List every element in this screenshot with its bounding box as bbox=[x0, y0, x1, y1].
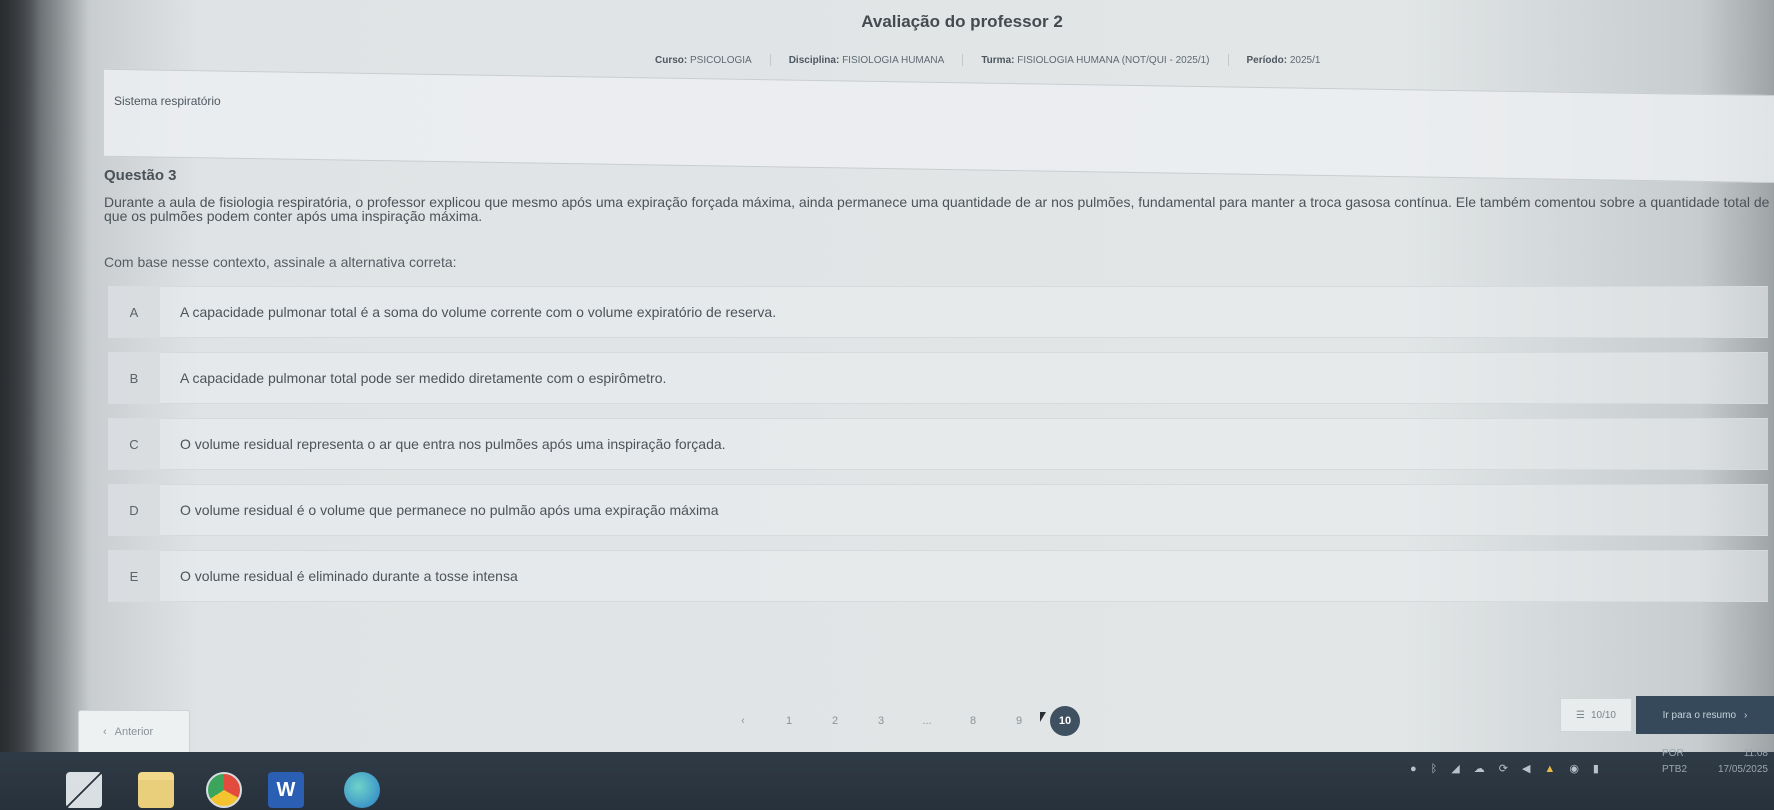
topic-bar bbox=[104, 68, 1774, 184]
meta-course: Curso: PSICOLOGIA bbox=[655, 54, 752, 66]
meta-class: Turma: FISIOLOGIA HUMANA (NOT/QUI - 2025… bbox=[981, 54, 1210, 66]
wifi-icon[interactable]: ◢ bbox=[1451, 762, 1459, 775]
windows-start-icon[interactable] bbox=[66, 772, 102, 808]
pagination-ellipsis: ... bbox=[922, 715, 932, 727]
pagination-page[interactable]: 3 bbox=[858, 715, 904, 727]
option-d[interactable]: D O volume residual é o volume que perma… bbox=[108, 484, 1768, 536]
option-b[interactable]: B A capacidade pulmonar total pode ser m… bbox=[108, 352, 1768, 404]
battery-icon[interactable]: ▮ bbox=[1593, 762, 1599, 775]
question-stem: Durante a aula de fisiologia respiratóri… bbox=[104, 194, 1774, 224]
option-letter: A bbox=[108, 286, 160, 338]
option-letter: C bbox=[108, 418, 160, 470]
chevron-left-icon: ‹ bbox=[103, 726, 107, 738]
progress-indicator[interactable]: ☰ 10/10 bbox=[1560, 698, 1632, 732]
meta-separator bbox=[769, 54, 771, 66]
word-icon[interactable]: W bbox=[268, 772, 304, 808]
warning-icon[interactable]: ▲ bbox=[1544, 763, 1555, 775]
tray-app-icon[interactable]: ☁ bbox=[1474, 762, 1485, 775]
meta-discipline: Disciplina: FISIOLOGIA HUMANA bbox=[788, 54, 945, 66]
question-prompt: Com base nesse contexto, assinale a alte… bbox=[104, 254, 457, 270]
summary-button-label: Ir para o resumo bbox=[1662, 709, 1737, 721]
option-text: O volume residual representa o ar que en… bbox=[180, 436, 726, 452]
pagination-prev[interactable]: ‹ bbox=[720, 715, 766, 727]
pagination-page[interactable]: 1 bbox=[766, 715, 812, 727]
pagination-page[interactable]: 2 bbox=[812, 715, 858, 727]
option-text: A capacidade pulmonar total pode ser med… bbox=[180, 370, 667, 386]
previous-button[interactable]: ‹ Anterior bbox=[78, 710, 190, 754]
windows-taskbar bbox=[0, 752, 1774, 810]
option-letter: B bbox=[108, 352, 160, 404]
page-title: Avaliação do professor 2 bbox=[861, 12, 1063, 31]
keyboard-layout: PTB2 bbox=[1662, 764, 1688, 775]
topic-label: Sistema respiratório bbox=[114, 94, 221, 108]
taskbar-clock[interactable]: POR 11:08 PTB2 17/05/2025 bbox=[1662, 746, 1768, 778]
option-e[interactable]: E O volume residual é eliminado durante … bbox=[108, 550, 1768, 602]
option-letter: D bbox=[108, 484, 160, 536]
volume-icon[interactable]: ◀ bbox=[1522, 762, 1530, 775]
mouse-cursor-icon bbox=[1040, 712, 1046, 722]
meta-separator bbox=[1227, 54, 1229, 66]
option-text: A capacidade pulmonar total é a soma do … bbox=[180, 304, 777, 320]
question-pagination: ‹ 1 2 3 ... 8 9 10 bbox=[720, 706, 1088, 736]
pagination-page-current[interactable]: 10 bbox=[1050, 706, 1080, 736]
network-icon[interactable]: ● bbox=[1410, 763, 1417, 775]
option-a[interactable]: A A capacidade pulmonar total é a soma d… bbox=[108, 286, 1768, 338]
question-number: Questão 3 bbox=[104, 167, 177, 184]
tray-app-icon[interactable]: ⟳ bbox=[1499, 762, 1508, 775]
assessment-page: Avaliação do professor 2 Curso: PSICOLOG… bbox=[70, 0, 1774, 752]
chevron-right-icon: › bbox=[1744, 709, 1748, 721]
option-letter: E bbox=[108, 550, 160, 602]
file-explorer-icon[interactable] bbox=[138, 772, 174, 808]
previous-button-label: Anterior bbox=[114, 726, 154, 738]
screen-bezel-shadow bbox=[0, 0, 40, 810]
tray-app-icon[interactable]: ◉ bbox=[1569, 762, 1579, 775]
progress-label: 10/10 bbox=[1590, 709, 1616, 721]
language-code: POR bbox=[1662, 748, 1684, 759]
option-c[interactable]: C O volume residual representa o ar que … bbox=[108, 418, 1768, 470]
meta-separator bbox=[962, 54, 964, 66]
course-meta: Curso: PSICOLOGIA Disciplina: FISIOLOGIA… bbox=[655, 54, 1320, 66]
pagination-page[interactable]: 8 bbox=[950, 715, 996, 727]
option-text: O volume residual é eliminado durante a … bbox=[180, 568, 518, 584]
meta-period: Período: 2025/1 bbox=[1246, 54, 1321, 66]
go-to-summary-button[interactable]: Ir para o resumo › bbox=[1636, 696, 1774, 734]
clock-time: 11:08 bbox=[1743, 748, 1768, 759]
clock-date: 17/05/2025 bbox=[1717, 764, 1768, 775]
edge-icon[interactable] bbox=[344, 772, 380, 808]
bluetooth-icon[interactable]: ᛒ bbox=[1431, 763, 1438, 775]
option-text: O volume residual é o volume que permane… bbox=[180, 502, 719, 518]
pagination-page[interactable]: 9 bbox=[996, 715, 1042, 727]
system-tray: ● ᛒ ◢ ☁ ⟳ ◀ ▲ ◉ ▮ bbox=[1410, 762, 1599, 776]
chrome-icon[interactable] bbox=[206, 772, 242, 808]
list-icon: ☰ bbox=[1576, 709, 1585, 721]
